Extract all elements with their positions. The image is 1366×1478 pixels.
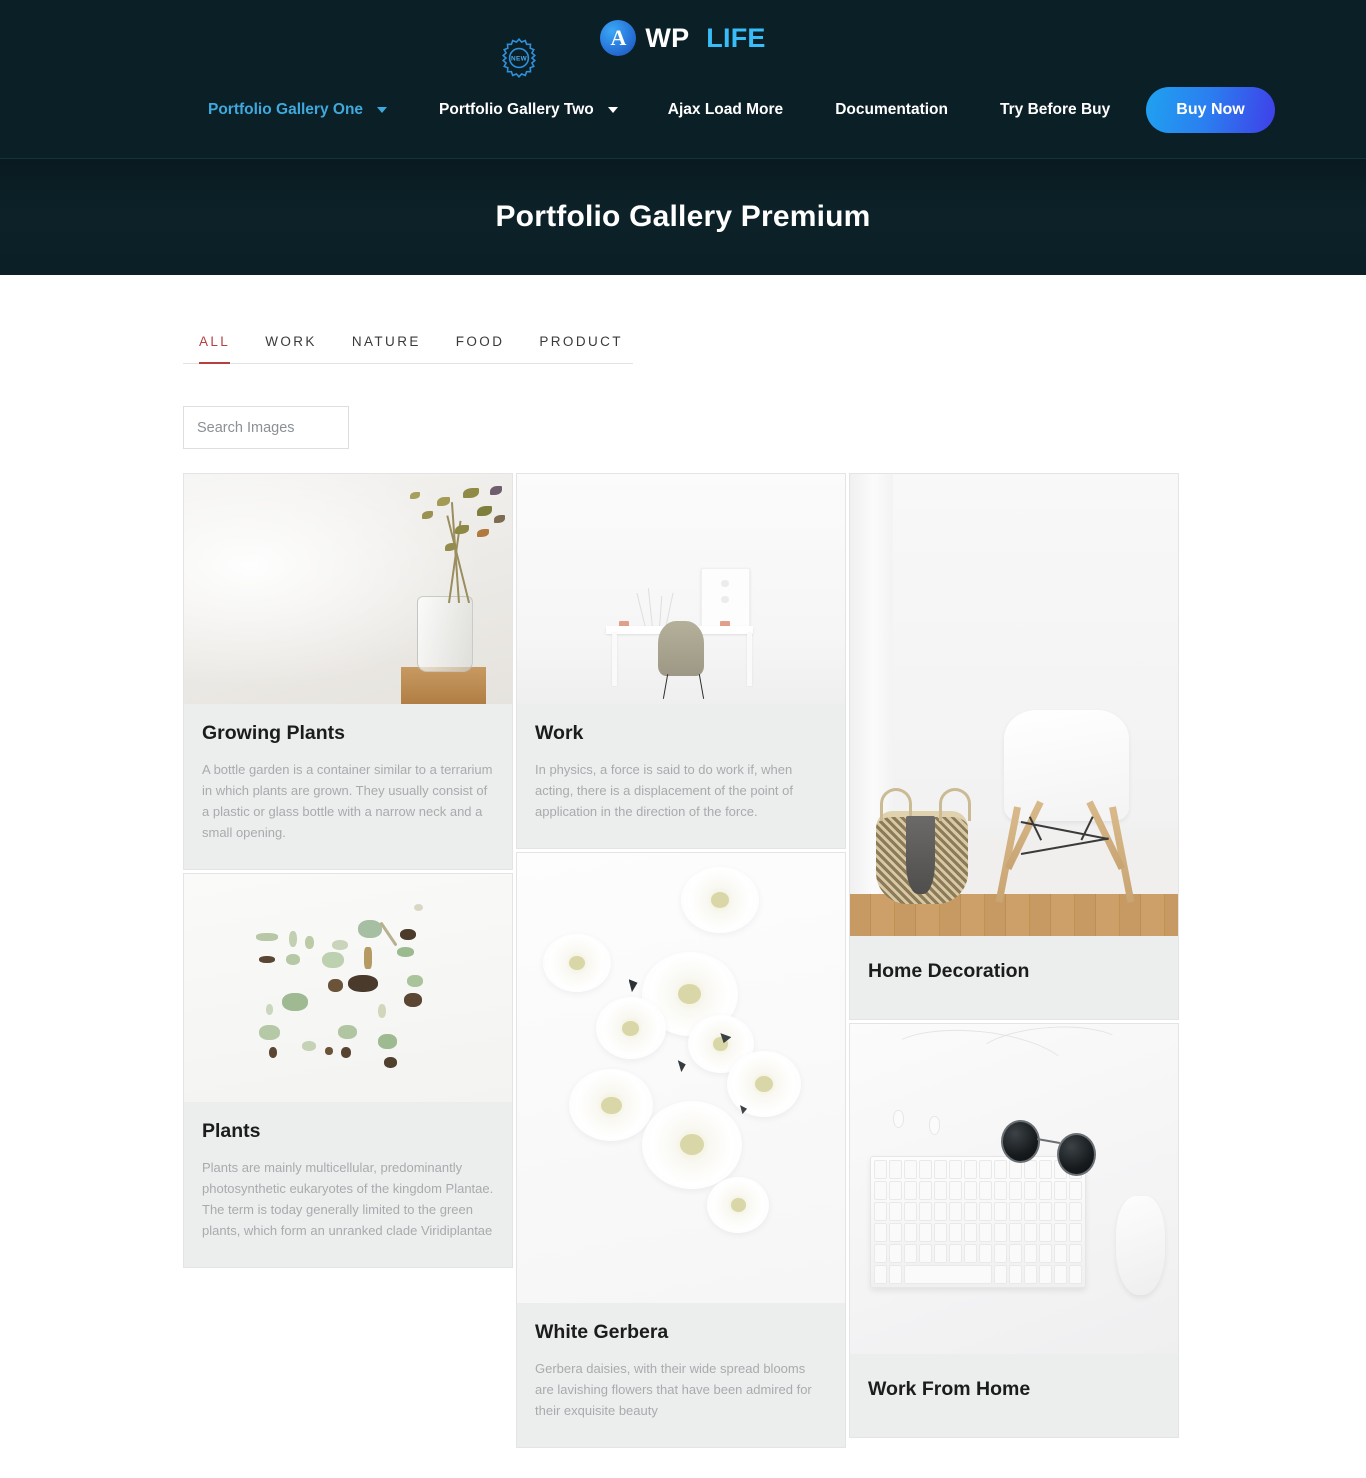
gallery-item-description: Plants are mainly multicellular, predomi… — [202, 1160, 494, 1239]
gallery-item-image[interactable] — [850, 474, 1178, 936]
minimal-white-desk-photo — [517, 474, 845, 704]
filter-tab-all[interactable]: ALL — [199, 334, 231, 364]
search-input[interactable] — [183, 406, 349, 449]
site-logo[interactable]: A WP LIFE — [0, 14, 1366, 62]
gallery-item-work-from-home[interactable]: Work From Home — [849, 1023, 1179, 1438]
nav-label: Portfolio Gallery One — [208, 101, 364, 118]
category-filter-bar: ALL WORK NATURE FOOD PRODUCT — [183, 317, 633, 364]
nav-item-portfolio-gallery-two[interactable]: Portfolio Gallery Two — [439, 101, 618, 119]
gallery-item-description: In physics, a force is said to do work i… — [535, 762, 793, 820]
gallery-item-title: Growing Plants — [202, 722, 346, 744]
svg-text:NEW: NEW — [511, 56, 528, 63]
gallery-item-title: Home Decoration — [868, 960, 1030, 982]
succulent-cuttings-photo — [184, 874, 512, 1103]
nav-item-documentation[interactable]: Documentation — [835, 101, 948, 119]
gallery-item-white-gerbera[interactable]: White Gerbera Gerbera daisies, with thei… — [516, 852, 846, 1449]
chevron-down-icon[interactable] — [377, 107, 388, 113]
gallery-item-image[interactable] — [517, 474, 845, 704]
gallery-item-image[interactable] — [184, 474, 512, 704]
gallery-item-growing-plants[interactable]: Growing Plants A bottle garden is a cont… — [183, 473, 513, 871]
gallery-item-title: Work — [535, 722, 584, 744]
gallery-item-body: Home Decoration — [850, 936, 1178, 1019]
gallery-item-title: Work From Home — [868, 1378, 1031, 1400]
logo-text-wp: WP — [645, 22, 690, 53]
gallery-item-image[interactable] — [184, 874, 512, 1103]
filter-tab-nature[interactable]: NATURE — [352, 334, 421, 364]
dried-flowers-vase-photo — [184, 474, 512, 704]
page-title: Portfolio Gallery Premium — [495, 200, 871, 233]
wall-art-frame — [700, 568, 750, 629]
site-header: A WP LIFE Portfolio Gallery One Portfoli… — [0, 0, 1366, 158]
gallery-item-body: Work From Home — [850, 1354, 1178, 1437]
page-title-banner: Portfolio Gallery Premium — [0, 158, 1366, 275]
search-area — [183, 364, 1183, 473]
main-navigation: Portfolio Gallery One Portfolio Gallery … — [0, 38, 1366, 158]
gallery-item-body: Work In physics, a force is said to do w… — [517, 704, 845, 848]
gallery-item-plants[interactable]: Plants Plants are mainly multicellular, … — [183, 873, 513, 1269]
gallery-item-title: Plants — [202, 1120, 261, 1143]
gallery-item-description: Gerbera daisies, with their wide spread … — [535, 1361, 812, 1419]
gallery-item-description: A bottle garden is a container similar t… — [202, 762, 493, 841]
new-badge-icon: NEW — [497, 36, 541, 80]
gallery-item-home-decoration[interactable]: Home Decoration — [849, 473, 1179, 1020]
basket-and-eames-chair-photo — [850, 474, 1178, 936]
logo-mark-icon: A — [600, 20, 637, 56]
nav-item-portfolio-gallery-one[interactable]: Portfolio Gallery One — [208, 101, 388, 119]
nav-label: Documentation — [835, 101, 948, 118]
filter-tab-work[interactable]: WORK — [265, 334, 317, 364]
gallery-item-body: Growing Plants A bottle garden is a cont… — [184, 704, 512, 869]
buy-now-button[interactable]: Buy Now — [1146, 87, 1275, 133]
logo-text-life: LIFE — [706, 22, 766, 53]
nav-item-ajax-load-more[interactable]: Ajax Load More — [668, 101, 783, 119]
nav-label: Try Before Buy — [1000, 101, 1111, 118]
nav-label: Ajax Load More — [667, 101, 784, 118]
filter-tab-food[interactable]: FOOD — [456, 334, 505, 364]
gallery-item-title: White Gerbera — [535, 1321, 669, 1344]
chevron-down-icon[interactable] — [607, 107, 618, 113]
nav-item-try-before-buy[interactable]: Try Before Buy — [1000, 101, 1110, 119]
mouse-graphic — [1115, 1195, 1165, 1295]
gallery-column-2: Work In physics, a force is said to do w… — [516, 473, 846, 1449]
portfolio-gallery-grid: Growing Plants A bottle garden is a cont… — [183, 473, 1183, 1478]
gallery-item-work[interactable]: Work In physics, a force is said to do w… — [516, 473, 846, 850]
white-chrysanthemum-photo — [517, 853, 845, 1304]
desk-flatlay-photo — [850, 1024, 1178, 1354]
gallery-item-body: White Gerbera Gerbera daisies, with thei… — [517, 1303, 845, 1447]
nav-label: Portfolio Gallery Two — [439, 101, 594, 118]
gallery-column-3: Home Decoration Work From Home — [849, 473, 1179, 1438]
gallery-item-image[interactable] — [850, 1024, 1178, 1354]
gallery-column-1: Growing Plants A bottle garden is a cont… — [183, 473, 513, 1269]
filter-tab-product[interactable]: PRODUCT — [539, 334, 623, 364]
gallery-page-content: ALL WORK NATURE FOOD PRODUCT Search Imag… — [183, 275, 1183, 1478]
keyboard-graphic — [869, 1156, 1087, 1288]
gallery-item-body: Plants Plants are mainly multicellular, … — [184, 1102, 512, 1267]
gallery-item-image[interactable] — [517, 853, 845, 1304]
